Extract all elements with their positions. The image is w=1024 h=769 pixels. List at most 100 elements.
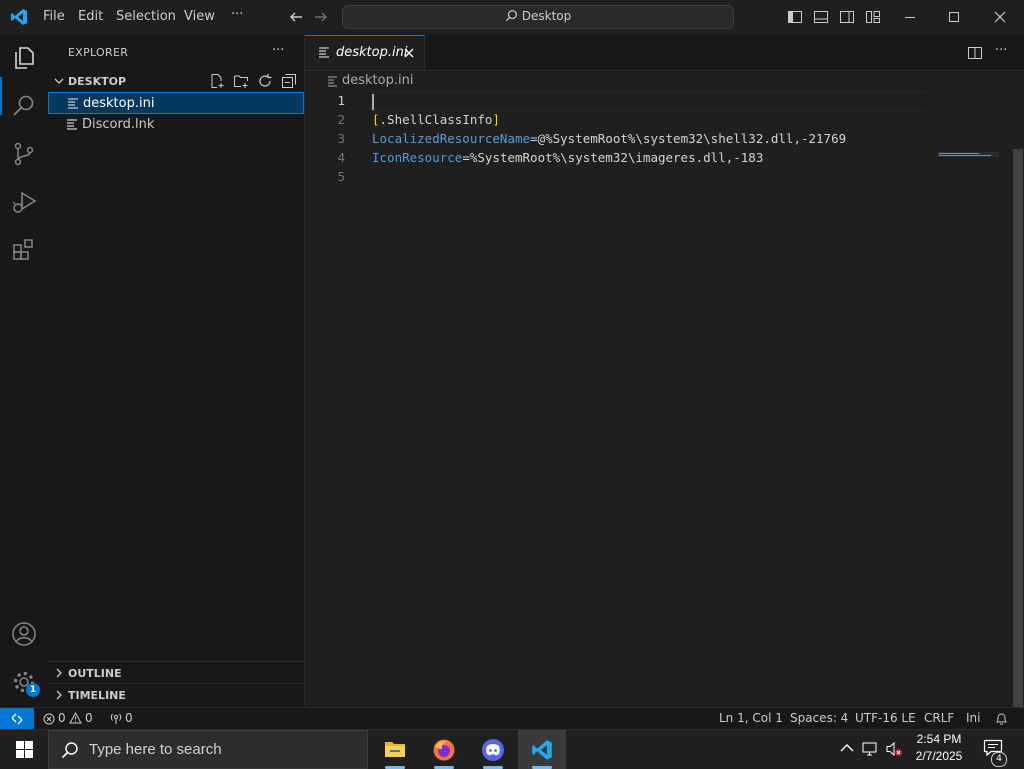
status-bar: 0 0 0 Ln 1, Col 1 Spaces: 4 UTF-16 LE CR… [0, 707, 1024, 730]
toggle-primary-sidebar-icon[interactable] [787, 9, 803, 25]
account-icon[interactable] [11, 621, 37, 647]
clock-time[interactable]: 2:54 PM [904, 732, 974, 746]
close-tab-icon[interactable] [403, 47, 415, 59]
folder-header-desktop[interactable]: DESKTOP [48, 70, 304, 92]
file-item-discord-lnk[interactable]: Discord.lnk [48, 114, 304, 136]
menu-selection[interactable]: Selection [116, 9, 176, 24]
code-editor[interactable]: 1 2 [.ShellClassInfo] 3 LocalizedResourc… [305, 92, 1024, 727]
minimize-icon[interactable] [902, 9, 918, 25]
file-item-desktop-ini[interactable]: desktop.ini [48, 92, 304, 114]
new-file-icon[interactable] [209, 73, 225, 89]
new-folder-icon[interactable] [233, 73, 249, 89]
source-control-icon[interactable] [11, 141, 37, 167]
menu-edit[interactable]: Edit [78, 9, 103, 24]
language-mode[interactable]: Ini [966, 711, 980, 725]
end-of-line[interactable]: CRLF [924, 711, 954, 725]
token-bracket: [ [372, 112, 380, 127]
close-window-icon[interactable] [992, 9, 1008, 25]
chevron-right-icon [53, 689, 65, 701]
breadcrumb: desktop.ini [305, 70, 1024, 92]
code-text: LocalizedResourceName=@%SystemRoot%\syst… [372, 131, 846, 146]
error-count[interactable]: 0 [58, 711, 66, 725]
forward-arrow-icon[interactable] [313, 9, 329, 25]
timeline-section-header[interactable]: TIMELINE [48, 684, 304, 706]
menu-file[interactable]: File [43, 9, 65, 24]
cursor-position[interactable]: Ln 1, Col 1 [719, 711, 783, 725]
indentation[interactable]: Spaces: 4 [790, 711, 848, 725]
code-line[interactable]: 5 [305, 168, 925, 187]
firefox-icon [432, 738, 456, 762]
explorer-more-actions[interactable]: ··· [272, 43, 284, 58]
token-key: IconResource [372, 150, 463, 165]
warning-count[interactable]: 0 [85, 711, 93, 725]
taskbar-vscode[interactable] [518, 730, 566, 769]
chevron-right-icon [53, 667, 65, 679]
editor-more-actions[interactable]: ··· [995, 43, 1007, 58]
token-value: %SystemRoot%\system32\imageres.dll,-183 [469, 150, 764, 165]
customize-layout-icon[interactable] [865, 9, 881, 25]
title-bar: File Edit Selection View ··· Desktop [0, 0, 1024, 36]
volume-muted-icon[interactable] [885, 741, 903, 757]
vertical-scrollbar[interactable] [1013, 149, 1023, 727]
search-placeholder: Type here to search [89, 741, 222, 758]
breadcrumb-item-file[interactable]: desktop.ini [342, 73, 413, 88]
file-lines-icon [328, 76, 338, 87]
folder-name: DESKTOP [68, 75, 127, 88]
files-icon[interactable] [11, 45, 37, 71]
split-editor-icon[interactable] [967, 45, 983, 61]
notifications-bell-icon[interactable] [995, 712, 1008, 726]
taskbar-search-box[interactable]: Type here to search [48, 730, 368, 769]
maximize-icon[interactable] [946, 9, 962, 25]
remote-icon [10, 712, 24, 726]
line-number: 3 [337, 131, 345, 146]
command-center-label: Desktop [343, 9, 733, 23]
file-encoding[interactable]: UTF-16 LE [855, 711, 916, 725]
windows-start-icon[interactable] [16, 741, 33, 758]
code-text: IconResource=%SystemRoot%\system32\image… [372, 150, 763, 165]
code-line[interactable]: 2 [.ShellClassInfo] [305, 111, 925, 130]
run-debug-icon[interactable] [11, 189, 37, 215]
taskbar-discord[interactable] [469, 730, 517, 769]
code-line[interactable]: 4 IconResource=%SystemRoot%\system32\ima… [305, 149, 925, 168]
back-arrow-icon[interactable] [288, 9, 304, 25]
line-number: 4 [337, 150, 345, 165]
remote-indicator-button[interactable] [0, 708, 34, 730]
tabs-bar: desktop.ini ··· [305, 35, 1024, 71]
toggle-panel-icon[interactable] [813, 9, 829, 25]
token-key: LocalizedResourceName [372, 131, 531, 146]
outline-section-header[interactable]: OUTLINE [48, 662, 304, 684]
vscode-logo-icon[interactable] [10, 8, 28, 26]
search-icon [61, 741, 79, 759]
ports-count[interactable]: 0 [125, 711, 133, 725]
code-line[interactable]: 3 LocalizedResourceName=@%SystemRoot%\sy… [305, 130, 925, 149]
code-line[interactable]: 1 [305, 92, 927, 111]
taskbar-firefox[interactable] [420, 730, 468, 769]
outline-label: OUTLINE [68, 667, 122, 680]
chevron-up-icon[interactable] [840, 743, 854, 753]
clock-date[interactable]: 2/7/2025 [904, 749, 974, 763]
command-center[interactable]: Desktop [342, 5, 734, 29]
error-icon[interactable] [43, 713, 55, 725]
tab-desktop-ini[interactable]: desktop.ini [305, 35, 425, 70]
editor-area: desktop.ini ··· desktop.ini 1 2 [.ShellC… [305, 35, 1024, 727]
code-text: [.ShellClassInfo] [372, 112, 500, 127]
line-number: 1 [337, 93, 345, 108]
notification-count-badge: 4 [991, 752, 1007, 767]
token-equals: = [530, 131, 538, 146]
menu-more[interactable]: ··· [231, 7, 243, 22]
search-icon[interactable] [11, 93, 37, 119]
network-icon[interactable] [862, 741, 880, 757]
discord-icon [481, 738, 505, 762]
warning-icon[interactable] [69, 712, 82, 724]
menu-view[interactable]: View [184, 9, 215, 24]
minimap[interactable] [937, 152, 999, 157]
file-explorer-icon [384, 739, 406, 759]
toggle-secondary-sidebar-icon[interactable] [839, 9, 855, 25]
windows-taskbar: Type here to search 2:54 PM 2/7/2025 4 [0, 729, 1024, 769]
extensions-icon[interactable] [11, 237, 37, 263]
file-name: Discord.lnk [82, 117, 155, 132]
ports-icon[interactable] [109, 712, 123, 725]
refresh-icon[interactable] [257, 73, 273, 89]
collapse-all-icon[interactable] [281, 73, 297, 89]
taskbar-file-explorer[interactable] [371, 730, 419, 769]
